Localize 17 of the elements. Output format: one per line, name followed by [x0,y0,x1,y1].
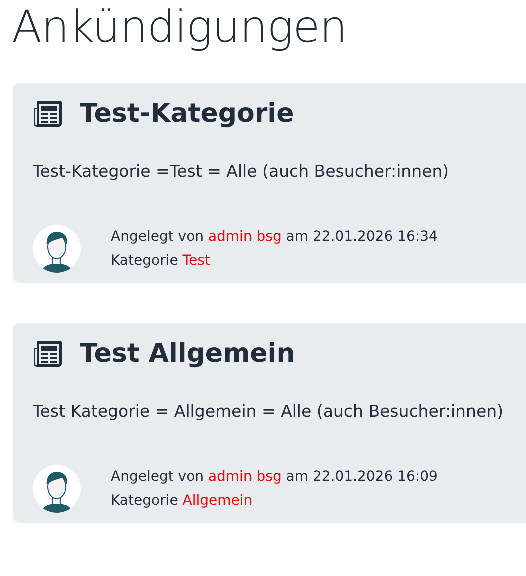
announcement-title: Test Allgemein [80,338,296,370]
newspaper-icon [33,340,64,368]
category-link[interactable]: Allgemein [182,492,253,509]
category-link[interactable]: Test [182,252,210,269]
author-link[interactable]: admin bsg [208,228,282,245]
category-info: Kategorie Test [111,252,212,271]
created-info: Angelegt von admin bsg am 22.01.2026 16:34 [111,228,438,247]
announcement-text: Test-Kategorie =Test = Alle (auch Besucher:innen) [33,160,450,183]
newspaper-icon [33,100,64,128]
category-info: Kategorie Allgemein [111,492,254,511]
avatar [33,464,81,513]
announcement-text: Test Kategorie = Allgemein = Alle (auch Besucher:innen) [33,400,504,423]
avatar [33,224,81,273]
announcement-title: Test-Kategorie [80,98,294,130]
created-info: Angelegt von admin bsg am 22.01.2026 16:09 [111,468,438,487]
author-link[interactable]: admin bsg [208,468,282,485]
page-title: Ankündigungen [11,1,348,55]
